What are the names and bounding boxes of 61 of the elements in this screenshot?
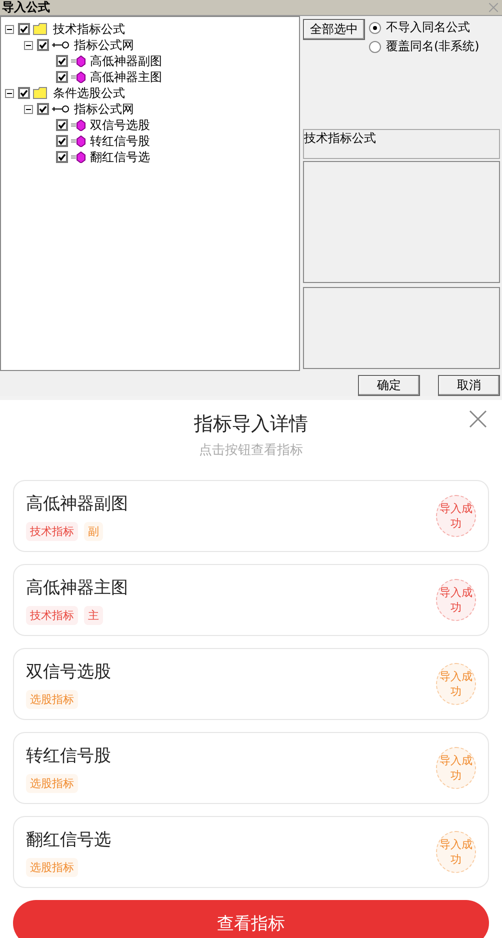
category-field: 技术指标公式 [303,129,500,159]
key-icon [52,104,70,114]
gem-icon [71,151,86,163]
indicator-name: 高低神器副图 [26,492,128,514]
indicator-name: 翻红信号选 [26,828,111,850]
indicator-name: 双信号选股 [26,660,111,682]
status-badge: 导入成功 [436,747,476,789]
tree-checkbox[interactable] [18,23,30,35]
indicator-tag: 选股指标 [26,774,78,792]
dialog-button[interactable]: 确定 [358,375,420,396]
tree-item[interactable]: 指标公式网 [73,100,135,118]
tree-item[interactable]: 指标公式网 [73,36,135,54]
tree-checkbox[interactable] [56,71,68,83]
panel-title: 指标导入详情 [194,412,308,437]
tree-item[interactable]: 翻红信号选 [89,148,151,166]
tree-checkbox[interactable] [56,55,68,67]
indicator-tag: 技术指标 [26,606,78,624]
key-icon [52,40,70,50]
folder-icon [33,87,48,99]
gem-icon [71,55,86,67]
radio-button[interactable] [369,22,381,34]
close-icon[interactable] [469,410,487,428]
tree-checkbox[interactable] [56,135,68,147]
tree-item[interactable]: 高低神器副图 [89,52,163,70]
indicator-tag: 主 [84,606,103,624]
tree-item[interactable]: 转红信号股 [89,132,151,150]
tree-checkbox[interactable] [56,119,68,131]
status-badge: 导入成功 [436,663,476,705]
indicator-tag: 选股指标 [26,690,78,708]
radio-label: 覆盖同名(非系统) [386,38,480,55]
status-badge: 导入成功 [436,831,476,873]
panel-subtitle: 点击按钮查看指标 [199,442,303,459]
collapse-toggle[interactable] [24,104,33,114]
gem-icon [71,71,86,83]
tree-item[interactable]: 双信号选股 [89,116,151,134]
tree-checkbox[interactable] [37,103,49,115]
window-title: 导入公式 [2,0,50,16]
indicator-tag: 选股指标 [26,858,78,876]
tree-checkbox[interactable] [56,151,68,163]
gem-icon [71,119,86,131]
indicator-tag: 副 [84,522,103,540]
indicator-name: 转红信号股 [26,744,111,766]
radio-button[interactable] [369,40,381,52]
tree-checkbox[interactable] [37,39,49,51]
select-all-button[interactable]: 全部选中 [303,19,365,40]
folder-icon [33,23,48,35]
indicator-tag: 技术指标 [26,522,78,540]
radio-label: 不导入同名公式 [386,19,470,36]
collapse-toggle[interactable] [5,24,14,34]
collapse-toggle[interactable] [5,88,14,98]
status-badge: 导入成功 [436,579,476,621]
tree-item[interactable]: 条件选股公式 [52,84,126,102]
collapse-toggle[interactable] [24,40,33,50]
tree-item[interactable]: 技术指标公式 [52,20,126,38]
tree-checkbox[interactable] [18,87,30,99]
status-badge: 导入成功 [436,495,476,537]
gem-icon [71,135,86,147]
view-button[interactable]: 查看指标 [13,900,489,938]
tree-item[interactable]: 高低神器主图 [89,68,163,86]
dialog-button[interactable]: 取消 [438,375,500,396]
indicator-name: 高低神器主图 [26,576,128,598]
